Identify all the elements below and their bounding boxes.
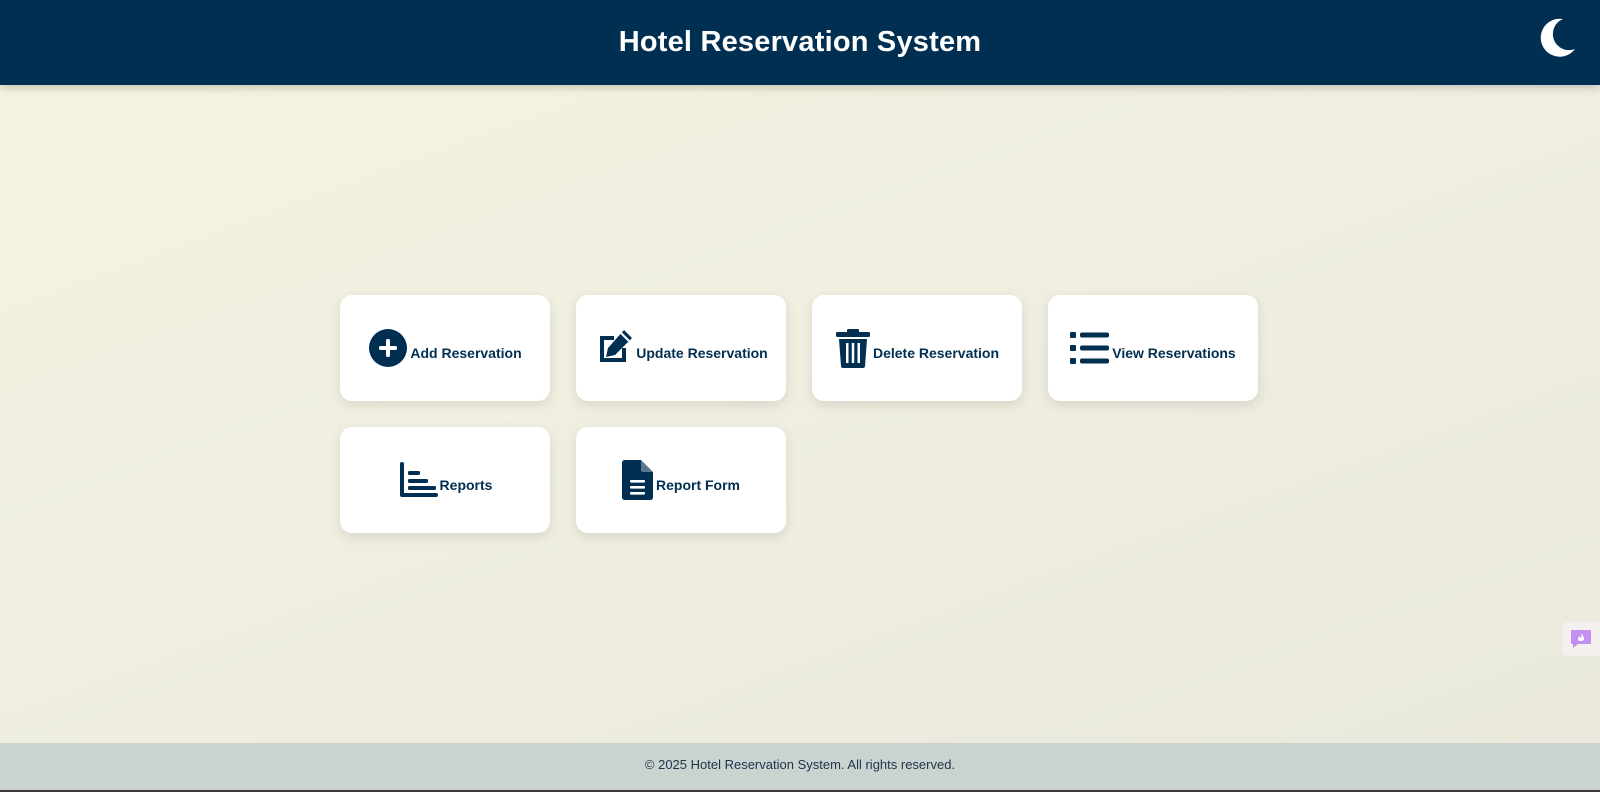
edit-icon [594, 328, 634, 368]
chat-icon [1571, 630, 1591, 648]
menu-grid: Add Reservation Update Reservation Delet… [340, 295, 1258, 533]
feedback-widget-button[interactable] [1562, 622, 1600, 656]
theme-toggle-button[interactable] [1538, 16, 1578, 58]
list-icon [1070, 331, 1110, 365]
document-icon [622, 460, 654, 500]
card-label: Reports [439, 477, 493, 493]
card-label: Add Reservation [410, 345, 522, 361]
moon-icon [1540, 18, 1575, 57]
card-label: Delete Reservation [872, 345, 1000, 361]
copyright-text: © 2025 Hotel Reservation System. All rig… [644, 756, 956, 772]
page-title: Hotel Reservation System [618, 25, 982, 58]
add-reservation-card[interactable]: Add Reservation [340, 295, 550, 401]
report-form-card[interactable]: Report Form [576, 427, 786, 533]
card-label: Update Reservation [636, 345, 768, 361]
update-reservation-card[interactable]: Update Reservation [576, 295, 786, 401]
view-reservations-card[interactable]: View Reservations [1048, 295, 1258, 401]
reports-card[interactable]: Reports [340, 427, 550, 533]
bar-chart-icon [398, 462, 438, 498]
delete-reservation-card[interactable]: Delete Reservation [812, 295, 1022, 401]
app-footer: © 2025 Hotel Reservation System. All rig… [0, 743, 1600, 792]
card-label: Report Form [656, 477, 740, 493]
app-header: Hotel Reservation System [0, 0, 1600, 85]
plus-circle-icon [368, 328, 408, 368]
card-label: View Reservations [1112, 345, 1236, 361]
trash-icon [835, 328, 871, 368]
